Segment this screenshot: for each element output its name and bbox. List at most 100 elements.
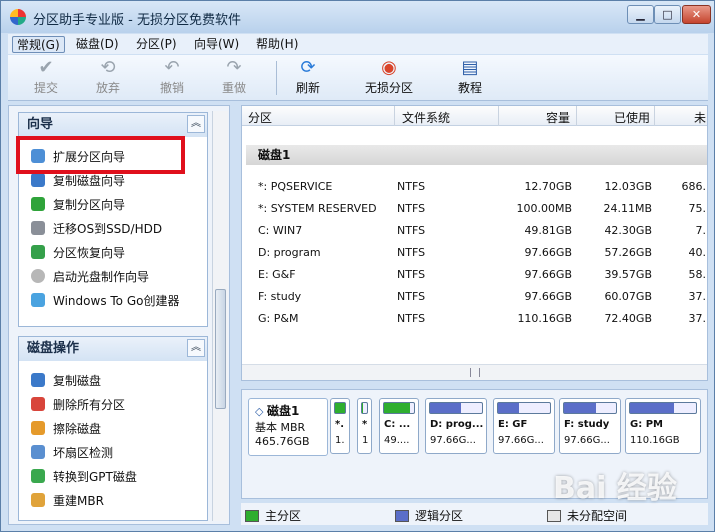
row-name: *: SYSTEM RESERVED — [258, 202, 377, 215]
wizard-partition-recovery[interactable]: 分区恢复向导 — [31, 243, 125, 263]
wizard-item-label: 分区恢复向导 — [53, 246, 126, 260]
h-scroll-grip[interactable] — [470, 368, 480, 377]
table-row[interactable]: E: G&F NTFS 97.66GB 39.57GB 58. — [242, 264, 707, 286]
wizard-copy-disk[interactable]: 复制磁盘向导 — [31, 171, 125, 191]
disk-ops-collapse-button[interactable]: ︽ — [187, 339, 205, 357]
legend-unallocated: 未分配空间 — [547, 507, 627, 524]
undo-label: 撤销 — [159, 81, 184, 95]
partition-block[interactable]: D: prog... 97.66G... — [425, 398, 487, 454]
op-copy-disk[interactable]: 复制磁盘 — [31, 371, 101, 391]
row-name: C: WIN7 — [258, 224, 303, 237]
table-row[interactable]: F: study NTFS 97.66GB 60.07GB 37. — [242, 286, 707, 308]
wipe-icon — [31, 421, 45, 435]
op-bad-sector-check[interactable]: 坏扇区检测 — [31, 443, 113, 463]
wizard-bootable-cd[interactable]: 启动光盘制作向导 — [31, 267, 149, 287]
row-name: F: study — [258, 290, 302, 303]
col-divider — [654, 106, 655, 126]
wizard-windows-to-go[interactable]: Windows To Go创建器 — [31, 291, 179, 311]
disk-name: 磁盘1 — [266, 404, 300, 418]
wizard-collapse-button[interactable]: ︽ — [187, 115, 205, 133]
menu-help[interactable]: 帮助(H) — [252, 36, 302, 53]
legend-primary: 主分区 — [245, 507, 301, 524]
copy-disk-icon — [31, 373, 45, 387]
legend-logical: 逻辑分区 — [395, 507, 463, 524]
partition-size: 110.16GB — [630, 435, 680, 446]
row-name: G: P&M — [258, 312, 299, 325]
minimize-button[interactable]: ▁ — [627, 5, 654, 24]
partition-block[interactable]: E: GF 97.66G... — [493, 398, 555, 454]
table-row[interactable]: *: PQSERVICE NTFS 12.70GB 12.03GB 686. — [242, 176, 707, 198]
partition-size: 97.66G... — [564, 435, 610, 446]
undo-button[interactable]: ↶ 撤销 — [156, 57, 188, 99]
op-delete-all-partitions[interactable]: 删除所有分区 — [31, 395, 125, 415]
row-capacity: 97.66GB — [524, 290, 572, 303]
refresh-button[interactable]: ⟳ 刷新 — [292, 57, 324, 99]
sidebar-scroll-thumb[interactable] — [215, 289, 226, 409]
col-used[interactable]: 已使用 — [614, 109, 650, 126]
menu-general[interactable]: 常规(G) — [12, 36, 65, 53]
table-row[interactable]: *: SYSTEM RESERVED NTFS 100.00MB 24.11MB 75. — [242, 198, 707, 220]
toolbar: ✔ 提交 ⟲ 放弃 ↶ 撤销 ↷ 重做 ⟳ 刷新 ◉ 无损分区 ▤ 教程 — [8, 55, 708, 101]
row-filesystem: NTFS — [397, 224, 426, 237]
partition-size: 1. — [335, 435, 345, 446]
cd-icon — [31, 269, 45, 283]
lossless-partition-button[interactable]: ◉ 无损分区 — [360, 57, 418, 99]
maximize-button[interactable]: □ — [654, 5, 681, 24]
row-filesystem: NTFS — [397, 246, 426, 259]
wizard-copy-partition[interactable]: 复制分区向导 — [31, 195, 125, 215]
row-used: 57.26GB — [604, 246, 652, 259]
redo-label: 重做 — [221, 81, 246, 95]
wizard-migrate-os[interactable]: 迁移OS到SSD/HDD — [31, 219, 162, 239]
row-used: 24.11MB — [603, 202, 652, 215]
disk-group-row[interactable]: 磁盘1 — [246, 145, 707, 165]
sidebar-scrollbar[interactable] — [212, 111, 228, 521]
partition-block[interactable]: * 1 — [357, 398, 372, 454]
redo-button[interactable]: ↷ 重做 — [218, 57, 250, 99]
discard-button[interactable]: ⟲ 放弃 — [92, 57, 124, 99]
op-wipe-disk[interactable]: 擦除磁盘 — [31, 419, 101, 439]
col-partition[interactable]: 分区 — [248, 109, 272, 126]
op-label: 擦除磁盘 — [53, 422, 102, 436]
windows-logo-icon — [31, 293, 45, 307]
col-free[interactable]: 未 — [694, 109, 706, 126]
close-button[interactable]: ✕ — [682, 5, 711, 24]
convert-icon — [31, 469, 45, 483]
row-filesystem: NTFS — [397, 268, 426, 281]
usage-bar — [361, 402, 368, 414]
wizard-item-label: 迁移OS到SSD/HDD — [53, 222, 163, 236]
menu-disk[interactable]: 磁盘(D) — [72, 36, 123, 53]
menu-wizard[interactable]: 向导(W) — [190, 36, 243, 53]
window-title: 分区助手专业版 - 无损分区免费软件 — [33, 13, 241, 28]
disk-type: 基本 MBR — [255, 421, 306, 434]
partition-size: 49.... — [384, 435, 410, 446]
disk-card[interactable]: ◇ 磁盘1 基本 MBR 465.76GB — [248, 398, 328, 456]
legend-logical-swatch — [395, 510, 409, 522]
op-convert-gpt[interactable]: 转换到GPT磁盘 — [31, 467, 137, 487]
table-row[interactable]: C: WIN7 NTFS 49.81GB 42.30GB 7. — [242, 220, 707, 242]
op-label: 复制磁盘 — [53, 374, 102, 388]
partition-block[interactable]: F: study 97.66G... — [559, 398, 621, 454]
table-row[interactable]: G: P&M NTFS 110.16GB 72.40GB 37. — [242, 308, 707, 330]
col-capacity[interactable]: 容量 — [546, 109, 570, 126]
op-rebuild-mbr[interactable]: 重建MBR — [31, 491, 104, 511]
rebuild-mbr-icon — [31, 493, 45, 507]
refresh-label: 刷新 — [295, 81, 320, 95]
disk-operations-panel: 磁盘操作 ︽ 复制磁盘 删除所有分区 擦除磁盘 坏扇区检测 转换到GPT磁盘 重… — [18, 336, 208, 521]
partition-size: 1 — [362, 435, 369, 446]
menu-partition[interactable]: 分区(P) — [132, 36, 181, 53]
partition-size: 97.66G... — [498, 435, 544, 446]
tutorial-label: 教程 — [457, 81, 482, 95]
legend-primary-swatch — [245, 510, 259, 522]
table-h-scrollbar[interactable] — [242, 364, 707, 380]
table-row[interactable]: D: program NTFS 97.66GB 57.26GB 40. — [242, 242, 707, 264]
col-filesystem[interactable]: 文件系统 — [402, 109, 450, 126]
commit-button[interactable]: ✔ 提交 — [30, 57, 62, 99]
usage-bar — [383, 402, 415, 414]
tutorial-button[interactable]: ▤ 教程 — [454, 57, 486, 99]
partition-size: 97.66G... — [430, 435, 476, 446]
row-filesystem: NTFS — [397, 180, 426, 193]
partition-block[interactable]: G: PM 110.16GB — [625, 398, 701, 454]
partition-block[interactable]: *. 1. — [330, 398, 350, 454]
highlight-box — [16, 136, 185, 174]
partition-block[interactable]: C: ... 49.... — [379, 398, 419, 454]
